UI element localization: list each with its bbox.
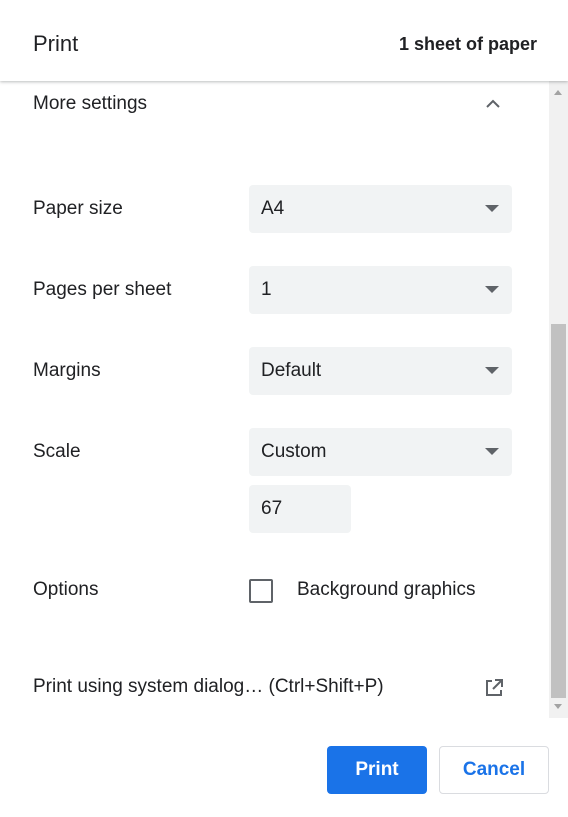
scale-value: Custom — [261, 441, 327, 462]
scale-custom-value: 67 — [261, 498, 283, 519]
margins-value: Default — [261, 360, 322, 381]
more-settings-toggle[interactable]: More settings — [33, 93, 147, 115]
paper-size-label: Paper size — [33, 198, 123, 219]
background-graphics-checkbox[interactable] — [249, 579, 273, 603]
scale-label: Scale — [33, 441, 81, 462]
chevron-up-icon[interactable] — [484, 95, 502, 113]
settings-scrollbar[interactable] — [549, 81, 568, 718]
scale-custom-input[interactable]: 67 — [249, 485, 351, 533]
scrollbar-thumb[interactable] — [551, 324, 566, 698]
dropdown-arrow-icon — [485, 205, 499, 212]
scroll-down-arrow-icon[interactable] — [554, 704, 562, 709]
cancel-button[interactable]: Cancel — [439, 746, 549, 794]
margins-select[interactable]: Default — [249, 347, 512, 395]
sheet-count: 1 sheet of paper — [398, 34, 537, 54]
open-in-new-icon[interactable] — [484, 678, 504, 698]
dialog-title: Print — [33, 31, 79, 56]
scale-select[interactable]: Custom — [249, 428, 512, 476]
dropdown-arrow-icon — [485, 367, 499, 374]
pages-per-sheet-label: Pages per sheet — [33, 279, 172, 300]
paper-size-select[interactable]: A4 — [249, 185, 512, 233]
print-header: Print 1 sheet of paper — [0, 0, 568, 81]
margins-label: Margins — [33, 360, 101, 381]
print-button[interactable]: Print — [327, 746, 427, 794]
pages-per-sheet-value: 1 — [261, 279, 272, 300]
pages-per-sheet-select[interactable]: 1 — [249, 266, 512, 314]
settings-panel: More settings Paper size A4 Pages per sh… — [0, 81, 549, 718]
dropdown-arrow-icon — [485, 286, 499, 293]
background-graphics-label[interactable]: Background graphics — [297, 579, 476, 601]
dialog-footer: Print Cancel — [0, 718, 568, 817]
options-label: Options — [33, 579, 99, 600]
paper-size-value: A4 — [261, 198, 285, 219]
scroll-up-arrow-icon[interactable] — [554, 90, 562, 95]
dropdown-arrow-icon — [485, 448, 499, 455]
system-dialog-link[interactable]: Print using system dialog… (Ctrl+Shift+P… — [33, 676, 384, 698]
